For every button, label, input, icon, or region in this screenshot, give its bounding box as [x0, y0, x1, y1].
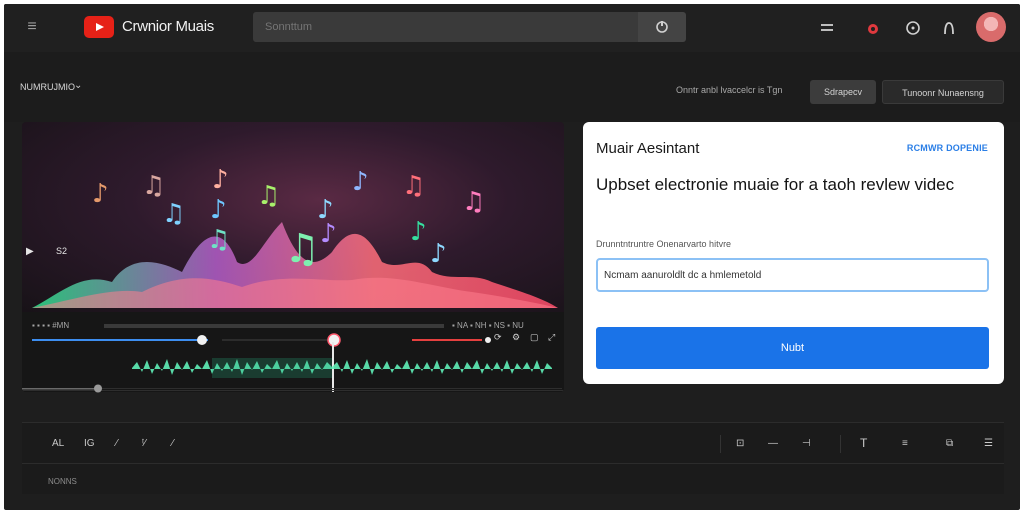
- profile-outline-icon[interactable]: [940, 19, 958, 37]
- assistant-submit-button[interactable]: Nubt: [596, 327, 989, 369]
- captions-icon[interactable]: ▢: [530, 332, 539, 343]
- view-dropdown-label[interactable]: NUMRUJMIO: [20, 82, 75, 92]
- chevron-down-icon[interactable]: ⌄: [74, 80, 82, 91]
- svg-text:♪: ♪: [352, 167, 369, 197]
- mic-icon: [656, 21, 668, 33]
- clock-icon[interactable]: [904, 19, 922, 37]
- svg-text:♫: ♫: [207, 225, 230, 255]
- minus-icon[interactable]: —: [768, 438, 778, 449]
- app-logo[interactable]: [84, 16, 114, 38]
- settings-icon[interactable]: ⚙: [512, 332, 520, 343]
- user-avatar[interactable]: [976, 12, 1006, 42]
- search-bar: [253, 12, 638, 42]
- music-assistant-card: Muair Aesintant RCMWR DOPENIE Upbset ele…: [583, 122, 1004, 384]
- editor-panel: AL IG ⁄ ᵗ⁄ ⁄ ⊡ — ⊣ T ≡ ⧉ ☰ NONNS: [22, 422, 1004, 494]
- visualizer-graphic: ♪ ♫ ♫ ♪ ♫ ♪ ♪ ♪ ♫ ♫ ♫ ♫ ♪ ♪ ♪: [32, 165, 558, 308]
- toolbar: NUMRUJMIO ⌄ Onntr anbl lvaccelcr is Tgn …: [4, 52, 1020, 122]
- svg-text:♫: ♫: [162, 199, 185, 229]
- divider: [720, 435, 721, 453]
- app-title: Crwnior Muais: [122, 18, 214, 35]
- volume-slider[interactable]: [22, 382, 564, 394]
- svg-text:♫: ♫: [462, 187, 485, 217]
- app-window: ≡ Crwnior Muais NUMRUJMIO ⌄ Onntr anb: [4, 4, 1020, 510]
- svg-text:♫: ♫: [142, 171, 165, 201]
- top-header: ≡ Crwnior Muais: [4, 4, 1020, 52]
- svg-text:♪: ♪: [210, 195, 227, 225]
- scrub-handle: [197, 335, 207, 345]
- options-text: Onntr anbl lvaccelcr is Tgn: [676, 85, 783, 95]
- divider: [840, 435, 841, 453]
- loop-icon[interactable]: ⟳: [494, 332, 502, 343]
- play-icon[interactable]: ▶: [26, 246, 34, 257]
- fullscreen-icon[interactable]: ⤢: [548, 332, 555, 343]
- editor-tool-3[interactable]: ⁄: [116, 438, 118, 449]
- video-player[interactable]: ♪ ♫ ♫ ♪ ♫ ♪ ♪ ♪ ♫ ♫ ♫ ♫ ♪ ♪ ♪ ▪ ▪ ▪ ▪ #M…: [22, 122, 564, 392]
- svg-text:♪: ♪: [212, 165, 229, 195]
- editor-tool-1[interactable]: AL: [52, 438, 64, 449]
- text-icon[interactable]: T: [860, 436, 867, 450]
- grid-icon[interactable]: [818, 19, 836, 37]
- editor-tool-4[interactable]: ᵗ⁄: [142, 438, 146, 449]
- search-input[interactable]: [265, 19, 625, 35]
- crop-icon[interactable]: ⧉: [946, 438, 953, 449]
- music-visualizer: ♪ ♫ ♫ ♪ ♫ ♪ ♪ ♪ ♫ ♫ ♫ ♫ ♪ ♪ ♪: [22, 122, 564, 316]
- svg-text:♫: ♫: [402, 171, 425, 201]
- time-display: S2: [56, 246, 68, 256]
- search-button[interactable]: [638, 12, 686, 42]
- menu-icon[interactable]: ☰: [984, 438, 993, 449]
- assistant-input[interactable]: [596, 258, 989, 292]
- assistant-prompt: Upbset electronie muaie for a taoh revle…: [596, 175, 955, 194]
- secondary-button[interactable]: Sdrapecv: [810, 80, 876, 104]
- assistant-title: Muair Aesintant: [596, 140, 700, 157]
- svg-text:♫: ♫: [284, 226, 320, 272]
- editor-divider: [22, 463, 1004, 464]
- svg-text:♪: ♪: [410, 217, 427, 247]
- editor-tool-2[interactable]: IG: [84, 438, 95, 449]
- editor-tool-5[interactable]: ⁄: [172, 438, 174, 449]
- svg-text:♫: ♫: [257, 181, 280, 211]
- player-controls: ▪ ▪ ▪ ▪ #MN ▪ NA ▪ NH ▪ NS ▪ NU ⟳ ⚙ ▢ ⤢: [22, 312, 564, 392]
- timeline-graphics: [22, 324, 564, 392]
- record-icon[interactable]: ⊡: [736, 438, 744, 449]
- assistant-link[interactable]: RCMWR DOPENIE: [907, 143, 988, 153]
- assistant-field-label: Drunntntruntre Onenarvarto hitvre: [596, 239, 732, 249]
- hamburger-menu-icon[interactable]: ≡: [22, 18, 42, 36]
- svg-text:♪: ♪: [92, 179, 109, 209]
- editor-caption: NONNS: [48, 477, 77, 486]
- notification-bell-icon[interactable]: [864, 19, 882, 37]
- split-icon[interactable]: ⊣: [802, 438, 811, 449]
- tertiary-button[interactable]: Tunoonr Nunaensng: [882, 80, 1004, 104]
- svg-text:♪: ♪: [320, 219, 337, 249]
- list-icon[interactable]: ≡: [902, 438, 908, 449]
- svg-text:♪: ♪: [430, 239, 447, 269]
